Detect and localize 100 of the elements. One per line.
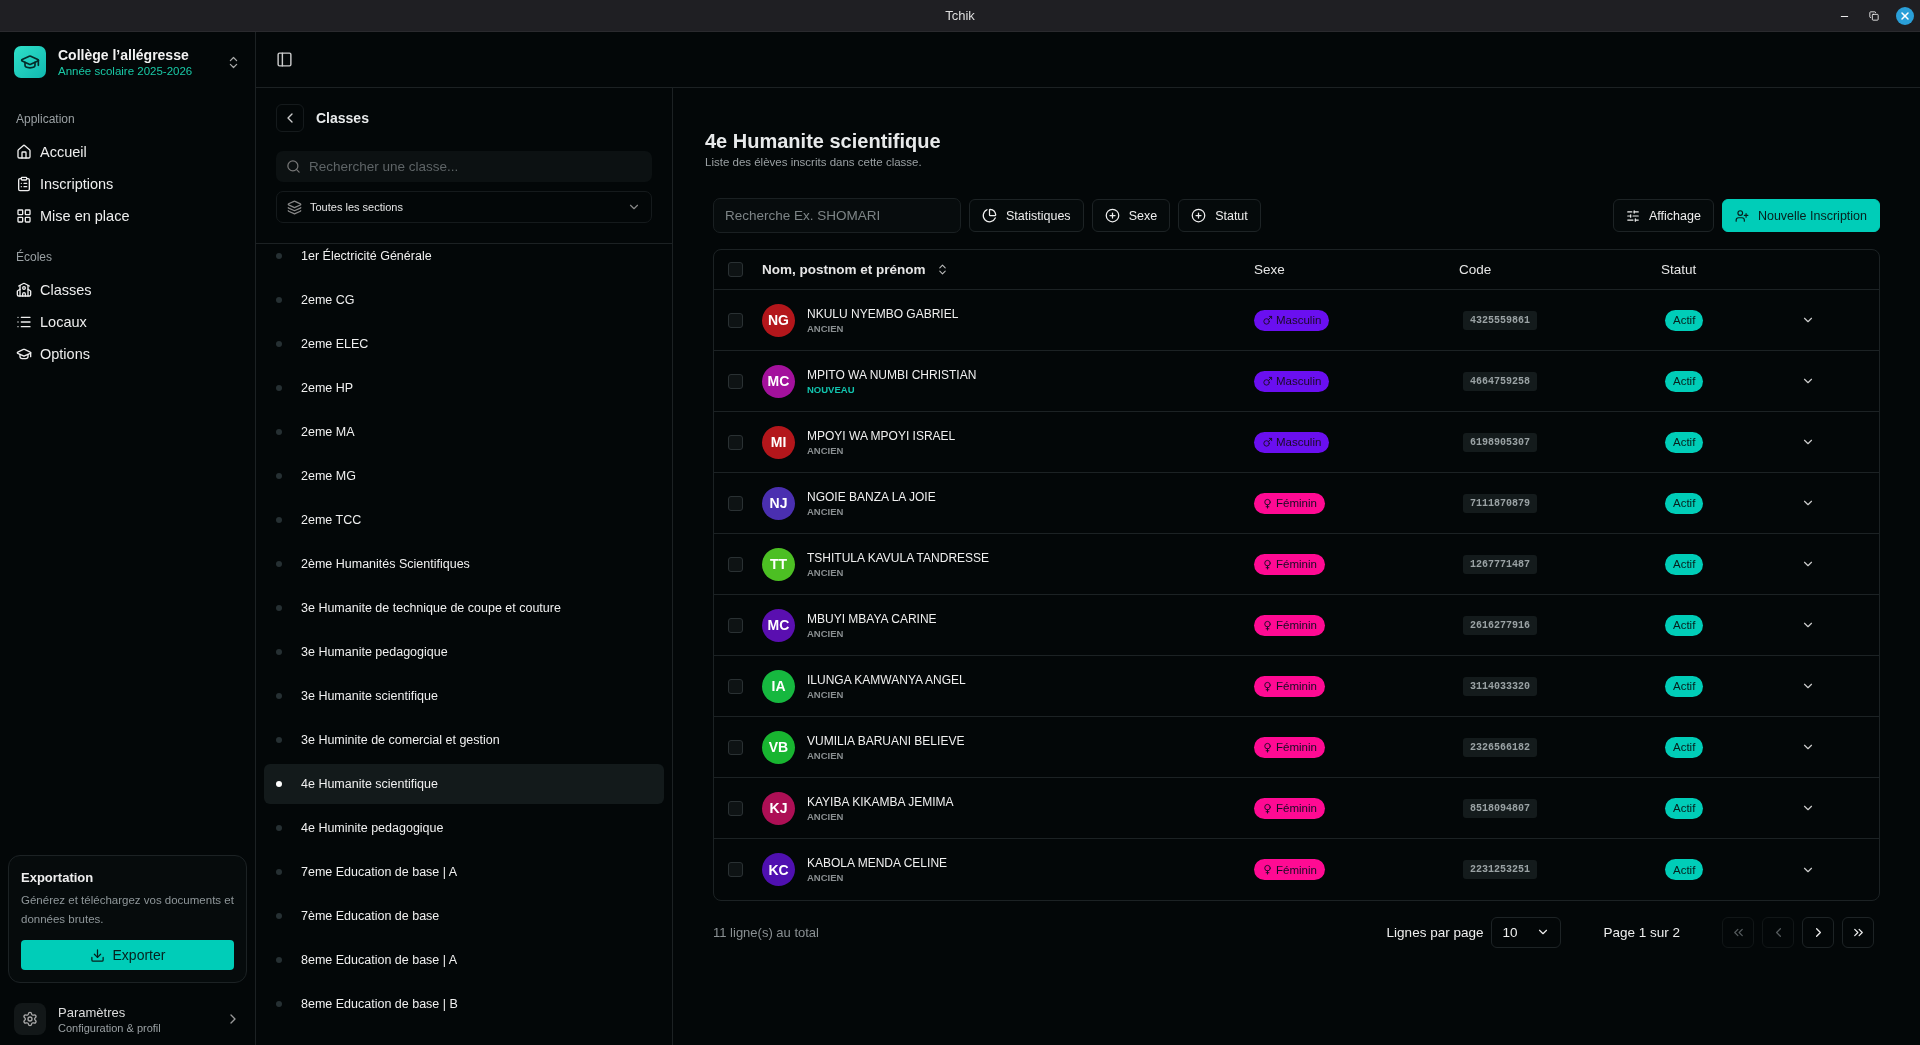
class-item[interactable]: 2eme ELEC [264,324,664,364]
restore-icon[interactable] [1869,11,1879,21]
student-name: VUMILIA BARUANI BELIEVE [807,733,965,748]
status-badge: Actif [1665,431,1704,453]
next-page-button[interactable] [1802,916,1834,948]
student-tag: ANCIEN [807,322,959,334]
class-search-field[interactable]: Rechercher une classe... [276,151,652,182]
nav-item[interactable]: Locaux [8,306,247,338]
student-name: NGOIE BANZA LA JOIE [807,489,936,504]
close-button[interactable] [1896,7,1914,25]
nav-item[interactable]: Inscriptions [8,168,247,200]
row-total: 11 ligne(s) au total [713,924,819,940]
class-item[interactable]: 3e Humanite scientifique [264,676,664,716]
student-code: 4664759258 [1463,371,1537,391]
row-checkbox[interactable] [728,862,743,877]
sidebar-toggle-icon[interactable] [276,51,293,68]
class-item[interactable]: 4e Huminite pedagogique [264,808,664,848]
class-item[interactable]: 7ème Education de base [264,896,664,936]
plus-circle-icon [1104,208,1120,223]
class-item[interactable]: 2ème Humanités Scientifiques [264,544,664,584]
avatar: VB [762,730,795,764]
page-subtitle: Liste des élèves inscrits dans cette classe. [705,156,923,168]
settings-icon[interactable] [14,1003,46,1035]
female-icon [1262,619,1273,631]
female-icon [1262,741,1273,753]
sex-badge: Féminin [1254,553,1325,575]
female-icon [1262,680,1273,692]
class-item[interactable]: 2eme MG [264,456,664,496]
row-checkbox[interactable] [728,495,743,511]
section-select[interactable]: Toutes les sections [276,191,652,223]
class-item[interactable]: 4e Humanite scientifique [264,764,664,804]
status-badge: Actif [1665,553,1704,575]
filter-button[interactable]: Statut [1178,199,1261,232]
rows-per-page-label: Lignes par page [1386,924,1484,940]
back-button[interactable] [276,104,304,132]
student-tag: NOUVEAU [807,383,977,395]
avatar: KJ [762,791,795,825]
filter-button[interactable]: Statistiques [969,199,1084,232]
avatar: IA [762,669,795,703]
row-checkbox[interactable] [728,434,743,450]
sliders-icon [1626,208,1640,223]
status-badge: Actif [1665,492,1704,514]
student-name: KABOLA MENDA CELINE [807,856,948,870]
class-item[interactable]: 2eme TCC [264,500,664,540]
student-code: 2616277916 [1463,615,1537,635]
new-enrollment-button[interactable]: Nouvelle Inscription [1721,199,1880,232]
filter-button[interactable]: Sexe [1091,199,1171,232]
school-year: Année scolaire 2025-2026 [58,65,194,77]
class-item[interactable]: 8eme Education de base | B [264,984,664,1024]
clipboard-icon [16,176,32,192]
student-code: 8518094807 [1463,798,1537,818]
download-icon [89,947,105,963]
class-item[interactable]: 3e Humanite de technique de coupe et couture [264,588,664,628]
class-item[interactable]: 8eme Education de base | A [264,940,664,980]
house-icon [16,144,32,160]
class-item[interactable]: 3e Huminite de comercial et gestion [264,720,664,760]
sex-badge: Féminin [1254,736,1325,758]
row-checkbox[interactable] [728,800,743,816]
export-button[interactable]: Exporter [21,940,234,970]
nav-item[interactable]: Mise en place [8,200,247,232]
male-icon [1262,436,1273,448]
select-all-checkbox[interactable] [728,262,743,277]
status-badge: Actif [1665,675,1704,697]
rows-per-page-select[interactable]: 10 [1491,916,1562,948]
row-checkbox[interactable] [728,617,743,633]
sex-badge: Féminin [1254,492,1325,514]
student-code: 2231253251 [1463,860,1537,879]
class-item[interactable]: 1er Électricité Générale [264,236,664,276]
row-checkbox[interactable] [728,556,743,572]
female-icon [1262,802,1273,814]
sex-badge: Féminin [1254,797,1325,819]
student-search-field[interactable]: Recherche Ex. SHOMARI [713,198,961,233]
column-header: Statut [1661,262,1698,277]
last-page-button[interactable] [1842,916,1874,948]
nav-item[interactable]: Options [8,338,247,370]
page-indicator: Page 1 sur 2 [1603,924,1680,940]
class-item[interactable]: 7eme Education de base | A [264,852,664,892]
nav-item[interactable]: Classes [8,274,247,306]
nav-item[interactable]: Accueil [8,136,247,168]
row-checkbox[interactable] [728,739,743,755]
settings-title[interactable]: Paramètres [58,1004,213,1020]
student-name: ILUNGA KAMWANYA ANGEL [807,672,966,687]
row-checkbox[interactable] [728,373,743,389]
female-icon [1262,497,1273,509]
avatar: NJ [762,486,795,520]
student-tag: ANCIEN [807,505,936,517]
list-icon [16,314,32,330]
status-badge: Actif [1665,736,1704,758]
row-checkbox[interactable] [728,678,743,694]
class-item[interactable]: 2eme CG [264,280,664,320]
row-checkbox[interactable] [728,312,743,328]
school-name: Collège l’allégresse [58,47,190,63]
view-button[interactable]: Affichage [1613,199,1714,232]
column-header: Nom, postnom et prénom [762,262,926,277]
class-item[interactable]: 2eme HP [264,368,664,408]
class-item[interactable]: 2eme MA [264,412,664,452]
student-code: 2326566182 [1463,737,1537,757]
group-label: Application [15,111,76,128]
column-header: Sexe [1254,262,1286,277]
class-item[interactable]: 3e Humanite pedagogique [264,632,664,672]
